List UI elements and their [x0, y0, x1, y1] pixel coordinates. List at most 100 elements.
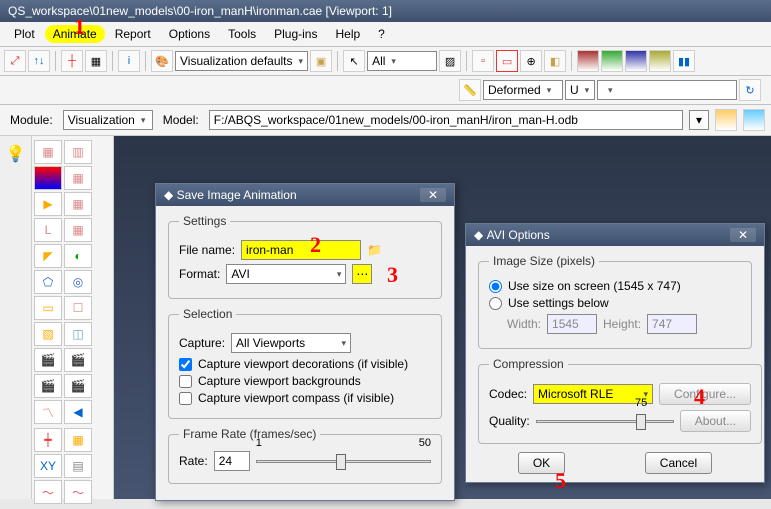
- tb-9[interactable]: ◤: [34, 244, 62, 268]
- tb-1[interactable]: ▦: [34, 140, 62, 164]
- tb-3[interactable]: [34, 166, 62, 190]
- tb-6[interactable]: ▦: [64, 192, 92, 216]
- filter-select[interactable]: All: [367, 51, 437, 71]
- tb-prev[interactable]: ◀: [64, 400, 92, 424]
- rate-input[interactable]: [214, 451, 250, 471]
- info-icon[interactable]: i: [118, 50, 140, 72]
- chk-compass[interactable]: [179, 392, 192, 405]
- var-select[interactable]: U: [565, 80, 595, 100]
- chk-decorations[interactable]: [179, 358, 192, 371]
- capture-select[interactable]: All Viewports: [231, 333, 351, 353]
- tb-grid[interactable]: ▦: [64, 428, 92, 452]
- menu-tools[interactable]: Tools: [220, 25, 264, 43]
- model-dropdown-icon[interactable]: ▾: [689, 110, 709, 130]
- quality-slider[interactable]: 75: [536, 409, 674, 433]
- menu-report[interactable]: Report: [107, 25, 159, 43]
- axis-icon[interactable]: ┼: [61, 50, 83, 72]
- tb-12[interactable]: ◎: [64, 270, 92, 294]
- tile1-icon[interactable]: [715, 109, 737, 131]
- quality-value: 75: [635, 397, 647, 409]
- chk-backgrounds[interactable]: [179, 375, 192, 388]
- bars-icon[interactable]: ▮▮: [673, 50, 695, 72]
- tb-wave2[interactable]: 〜: [64, 480, 92, 504]
- grad3-icon[interactable]: [625, 50, 647, 72]
- tb-table[interactable]: ▤: [64, 454, 92, 478]
- tb-chart[interactable]: 〽: [34, 400, 62, 424]
- viz-defaults-select[interactable]: Visualization defaults: [175, 51, 308, 71]
- opt-screen[interactable]: [489, 280, 502, 293]
- save-animation-dialog: ◆ Save Image Animation ✕ Settings File n…: [155, 183, 455, 501]
- browse-icon[interactable]: 📁: [367, 243, 382, 257]
- menu-options[interactable]: Options: [161, 25, 218, 43]
- tb-film3[interactable]: 🎬: [34, 374, 62, 398]
- format-options-button[interactable]: ⋯: [352, 264, 372, 284]
- filename-input[interactable]: [241, 240, 361, 260]
- settings-group: Settings File name: 📁 Format: AVI ⋯: [168, 214, 442, 299]
- cube-icon[interactable]: ▣: [310, 50, 332, 72]
- cube-shaded-icon[interactable]: ◧: [544, 50, 566, 72]
- configure-button: Configure...: [659, 383, 751, 405]
- tb-8[interactable]: ▦: [64, 218, 92, 242]
- module-select[interactable]: Visualization: [63, 110, 153, 130]
- scale-icon[interactable]: 📏: [459, 79, 481, 101]
- menu-help[interactable]: Help: [327, 25, 368, 43]
- format-label: Format:: [179, 267, 220, 281]
- selection-legend: Selection: [179, 307, 236, 321]
- component-select[interactable]: [597, 80, 737, 100]
- avi-title-bar[interactable]: ◆ AVI Options ✕: [466, 224, 764, 246]
- model-path-field[interactable]: [209, 110, 683, 130]
- tb-xy[interactable]: XY: [34, 454, 62, 478]
- sel-rect-icon[interactable]: ▭: [496, 50, 518, 72]
- menu-animate[interactable]: Animate: [45, 25, 105, 43]
- grad4-icon[interactable]: [649, 50, 671, 72]
- tb-film2[interactable]: 🎬: [64, 348, 92, 372]
- bulb-icon[interactable]: 💡: [0, 144, 31, 164]
- framerate-group: Frame Rate (frames/sec) Rate: 1 50: [168, 427, 442, 484]
- compression-group: Compression Codec: Microsoft RLE Configu…: [478, 357, 762, 444]
- tb-axis[interactable]: ┿: [34, 428, 62, 452]
- grad2-icon[interactable]: [601, 50, 623, 72]
- arrows-icon[interactable]: ↑↓: [28, 50, 50, 72]
- close-icon[interactable]: ✕: [730, 228, 756, 242]
- tile2-icon[interactable]: [743, 109, 765, 131]
- dialog-title-bar[interactable]: ◆ Save Image Animation ✕: [156, 184, 454, 206]
- close-icon[interactable]: ✕: [420, 188, 446, 202]
- grad1-icon[interactable]: [577, 50, 599, 72]
- tb-4[interactable]: ▦: [64, 166, 92, 190]
- cursor-icon[interactable]: ↖: [343, 50, 365, 72]
- hatch-icon[interactable]: ▨: [439, 50, 461, 72]
- menu-plot[interactable]: Plot: [6, 25, 43, 43]
- tb-film1[interactable]: 🎬: [34, 348, 62, 372]
- menu-plugins[interactable]: Plug-ins: [266, 25, 325, 43]
- tb-7[interactable]: L: [34, 218, 62, 242]
- rail-icon[interactable]: ▦: [85, 50, 107, 72]
- tb-10[interactable]: ◐: [64, 244, 92, 268]
- tb-film4[interactable]: 🎬: [64, 374, 92, 398]
- tb-15[interactable]: ▧: [34, 322, 62, 346]
- format-select[interactable]: AVI: [226, 264, 346, 284]
- palette-icon[interactable]: 🎨: [151, 50, 173, 72]
- rate-slider[interactable]: 1 50: [256, 449, 431, 473]
- ok-button[interactable]: OK: [518, 452, 565, 474]
- add-node-icon[interactable]: ⊕: [520, 50, 542, 72]
- tb-16[interactable]: ◫: [64, 322, 92, 346]
- tb-5[interactable]: ▶: [34, 192, 62, 216]
- menu-whatsthis[interactable]: ?: [370, 25, 393, 43]
- opt-below[interactable]: [489, 297, 502, 310]
- deformed-select[interactable]: Deformed: [483, 80, 563, 100]
- tb-wave1[interactable]: 〜: [34, 480, 62, 504]
- imagesize-legend: Image Size (pixels): [489, 254, 599, 268]
- height-label: Height:: [603, 317, 641, 331]
- node-icon[interactable]: ▫: [472, 50, 494, 72]
- tb-2[interactable]: ▥: [64, 140, 92, 164]
- tb-11[interactable]: ⬠: [34, 270, 62, 294]
- about-button: About...: [680, 410, 751, 432]
- tb-14[interactable]: ☐: [64, 296, 92, 320]
- cancel-button[interactable]: Cancel: [645, 452, 712, 474]
- refresh-icon[interactable]: ↻: [739, 79, 761, 101]
- toolbar-1: ⤢ ↑↓ ┼ ▦ i 🎨 Visualization defaults ▣ ↖ …: [0, 47, 771, 76]
- fit-icon[interactable]: ⤢: [4, 50, 26, 72]
- width-input: [547, 314, 597, 334]
- tb-13[interactable]: ▭: [34, 296, 62, 320]
- avi-options-dialog: ◆ AVI Options ✕ Image Size (pixels) Use …: [465, 223, 765, 483]
